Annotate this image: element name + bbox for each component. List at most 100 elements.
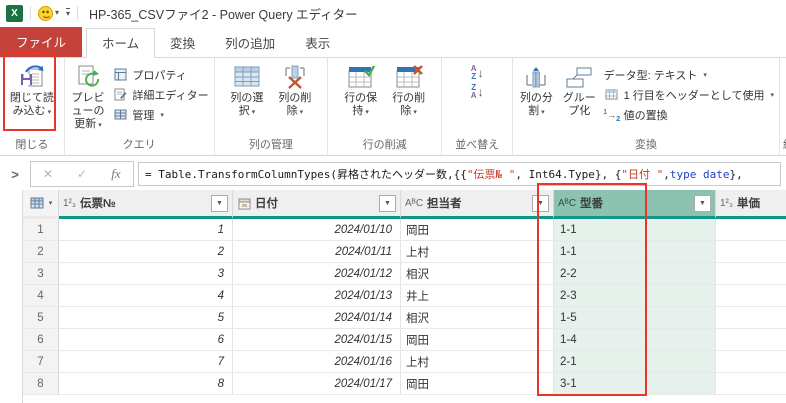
chevron-down-icon: ▾ (365, 109, 369, 116)
tab-transform[interactable]: 変換 (155, 29, 210, 57)
table-cell: 井上 (401, 285, 554, 306)
group-by-button[interactable]: グループ化 (559, 63, 600, 119)
chevron-down-icon: ▾ (48, 109, 52, 116)
column-header-date[interactable]: 日付 ▼ (233, 190, 401, 219)
table-cell: 2024/01/15 (233, 329, 401, 350)
formula-segment: "日付 " (621, 166, 663, 182)
ribbon-tabs: ファイル ホーム 変換 列の追加 表示 (0, 26, 786, 58)
ribbon-group-manage-columns: 列の選択▾ 列の削除▾ 列の管理 (215, 58, 328, 155)
remove-columns-label: 列の削除 (278, 92, 311, 117)
table-cell (716, 373, 786, 394)
use-first-row-label: 1 行目をヘッダーとして使用 (624, 87, 765, 103)
data-type-label: データ型: テキスト (604, 67, 698, 83)
smiley-icon (38, 6, 53, 21)
table-row: 112024/01/10岡田1-1 (23, 219, 786, 241)
column-header-kataban-selected[interactable]: AᴮC 型番 ▼ (554, 190, 716, 219)
chevron-down-icon: ▾ (49, 199, 53, 207)
data-type-button[interactable]: データ型: テキスト ▾ (602, 65, 776, 84)
formula-segment: , Int64.Type}, { (515, 168, 621, 181)
main-area: クエリ ▾ 1²₃ 伝票№ ▼ 日付 ▼ AᴮC (0, 190, 786, 403)
date-type-icon (237, 195, 251, 211)
cancel-formula-button[interactable]: ✕ (31, 166, 65, 182)
manage-button[interactable]: 管理 ▾ (110, 105, 210, 124)
advanced-editor-button[interactable]: 詳細エディター (110, 85, 210, 104)
tab-home[interactable]: ホーム (86, 28, 155, 58)
row-number: 1 (23, 219, 59, 240)
chevron-down-icon: ▾ (413, 109, 417, 116)
properties-button[interactable]: プロパティ (110, 65, 210, 84)
use-first-row-button[interactable]: 1 行目をヘッダーとして使用 ▾ (602, 85, 776, 104)
table-cell: 6 (59, 329, 233, 350)
split-column-label: 列の分割 (520, 92, 553, 117)
remove-rows-label: 行の削除 (392, 92, 425, 117)
table-cell: 相沢 (401, 307, 554, 328)
choose-columns-button[interactable]: 列の選択▾ (224, 63, 270, 120)
table-cell: 2024/01/17 (233, 373, 401, 394)
table-cell: 2024/01/16 (233, 351, 401, 372)
split-column-button[interactable]: 列の分割▾ (516, 63, 557, 120)
tab-file[interactable]: ファイル (0, 27, 82, 57)
table-row: 662024/01/15岡田1-4 (23, 329, 786, 351)
remove-rows-button[interactable]: 行の削除▾ (386, 63, 432, 120)
confirm-formula-button[interactable]: ✓ (65, 166, 99, 182)
table-row: 552024/01/14相沢1-5 (23, 307, 786, 329)
ribbon-group-sort: AZ ↓ ZA ↓ 並べ替え (442, 58, 513, 155)
chevron-down-icon: ▾ (300, 109, 304, 116)
remove-columns-button[interactable]: 列の削除▾ (272, 63, 318, 120)
column-header-tanto[interactable]: AᴮC 担当者 ▼ (401, 190, 554, 219)
table-cell: 1 (59, 219, 233, 240)
refresh-preview-button[interactable]: プレビューの更新▾ (68, 63, 109, 133)
filter-button[interactable]: ▼ (532, 195, 549, 212)
tab-add-column[interactable]: 列の追加 (210, 29, 290, 57)
choose-columns-label: 列の選択 (230, 92, 263, 117)
table-cell: 2024/01/14 (233, 307, 401, 328)
replace-values-button[interactable]: 1→2 値の置換 (602, 105, 776, 124)
replace-values-icon: 1→2 (604, 107, 620, 123)
formula-input[interactable]: = Table.TransformColumnTypes(昇格されたヘッダー数,… (138, 162, 781, 186)
expand-queries-pane-button[interactable]: > (11, 167, 19, 182)
quick-access-smiley-button[interactable]: ▾ (38, 6, 59, 21)
window-title: HP-365_CSVファイ2 - Power Query エディター (89, 4, 358, 23)
sort-descending-button[interactable]: ZA ↓ (471, 84, 484, 100)
choose-columns-icon (232, 64, 262, 90)
table-cell: 相沢 (401, 263, 554, 284)
filter-button[interactable]: ▼ (379, 195, 396, 212)
table-cell (716, 263, 786, 284)
sort-ascending-button[interactable]: AZ ↓ (471, 65, 484, 81)
group-label-close: 閉じる (3, 138, 61, 155)
formula-segment: type date (670, 168, 730, 181)
split-column-icon (521, 64, 551, 90)
group-label-reduce-rows: 行の削減 (331, 138, 438, 155)
table-cell: 7 (59, 351, 233, 372)
table-cell (716, 285, 786, 306)
sort-az-icon: AZ (471, 65, 477, 81)
close-and-load-button[interactable]: 閉じて読み込む▾ (6, 63, 58, 120)
table-cell-selected: 1-5 (554, 307, 716, 328)
queries-pane-collapsed[interactable]: クエリ (0, 190, 23, 403)
down-arrow-icon: ↓ (478, 85, 484, 99)
chevron-down-icon: ▾ (770, 91, 774, 99)
group-by-label: グループ化 (562, 92, 597, 118)
tab-view[interactable]: 表示 (290, 29, 345, 57)
text-type-icon: AᴮC (405, 198, 423, 209)
table-cell: 2024/01/13 (233, 285, 401, 306)
chevron-down-icon: ▾ (55, 9, 59, 17)
table-cell: 岡田 (401, 373, 554, 394)
fx-button[interactable]: fx (99, 165, 133, 183)
keep-rows-button[interactable]: 行の保持▾ (338, 63, 384, 120)
column-label: 日付 (255, 195, 375, 211)
text-type-icon: AᴮC (558, 198, 576, 209)
group-label-sort: 並べ替え (445, 138, 509, 155)
properties-icon (112, 67, 128, 83)
column-header-denpyo[interactable]: 1²₃ 伝票№ ▼ (59, 190, 233, 219)
table-menu-button[interactable]: ▾ (23, 190, 59, 219)
table-row: 442024/01/13井上2-3 (23, 285, 786, 307)
filter-button[interactable]: ▼ (211, 195, 228, 212)
customize-toolbar-icon[interactable]: ▾ (66, 8, 70, 18)
column-header-tanka[interactable]: 1²₃ 単価 (716, 190, 786, 219)
remove-rows-icon (394, 64, 424, 90)
row-number: 4 (23, 285, 59, 306)
ribbon-group-transform: 列の分割▾ グループ化 データ型: テキスト ▾ 1 行目をヘッダーとして使用 (513, 58, 780, 155)
chevron-down-icon: ▾ (541, 109, 545, 116)
filter-button[interactable]: ▼ (694, 195, 711, 212)
